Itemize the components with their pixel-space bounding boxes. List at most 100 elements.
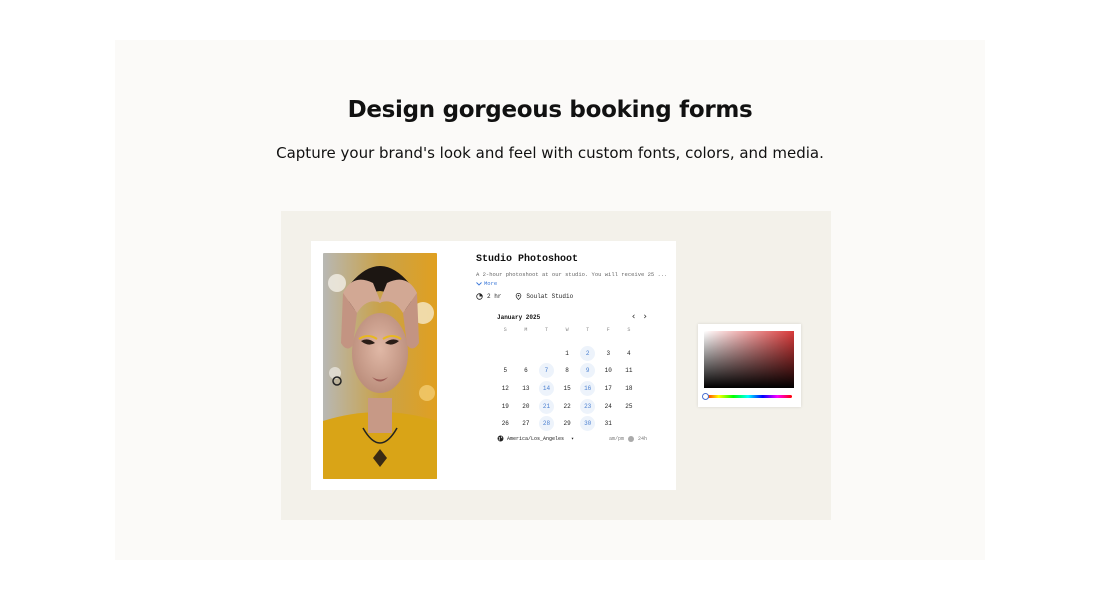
calendar-day: 29 <box>557 415 578 433</box>
calendar-day: 26 <box>495 415 516 433</box>
day-number: 14 <box>538 381 554 397</box>
clock-icon <box>476 293 483 300</box>
duration-text: 2 hr <box>487 293 502 300</box>
calendar-day: 11 <box>619 362 640 380</box>
globe-icon <box>497 435 504 442</box>
available-day[interactable]: 9 <box>577 362 598 380</box>
location-text: Soulat Studio <box>526 293 574 300</box>
calendar-day: 5 <box>495 362 516 380</box>
calendar-day: 31 <box>598 415 619 433</box>
hue-slider-handle[interactable] <box>702 393 709 400</box>
format-24h-label: 24h <box>637 435 647 442</box>
timezone-select[interactable]: America/Los_Angeles ▾ <box>497 435 574 442</box>
timezone-label: America/Los_Angeles <box>507 435 565 442</box>
weekday-label: T <box>586 327 590 333</box>
day-number: 24 <box>604 402 612 410</box>
day-number: 7 <box>538 363 554 379</box>
chevron-down-icon <box>476 281 482 286</box>
day-number: 12 <box>501 385 509 393</box>
calendar-day: 12 <box>495 380 516 398</box>
calendar: January 2025 ‹ › S M T W T F S 1 2 3 4 5 6 7 8 9 10 11 12 1… <box>497 311 647 433</box>
weekday-label: F <box>606 327 610 333</box>
chevron-left-icon[interactable]: ‹ <box>632 312 636 322</box>
available-day[interactable]: 14 <box>536 380 557 398</box>
day-number: 11 <box>625 367 633 375</box>
weekday-label: W <box>565 327 569 333</box>
available-day[interactable]: 28 <box>536 415 557 433</box>
day-number: 17 <box>604 385 612 393</box>
day-number: 3 <box>606 349 611 357</box>
day-number: 18 <box>625 385 633 393</box>
empty-day-cell <box>536 345 557 363</box>
event-description: A 2-hour photoshoot at our studio. You w… <box>476 271 666 278</box>
day-number: 8 <box>565 367 569 375</box>
calendar-day: 1 <box>557 345 578 363</box>
day-number: 5 <box>503 367 508 375</box>
day-number: 6 <box>524 367 528 375</box>
calendar-day: 22 <box>557 397 578 415</box>
caret-down-icon: ▾ <box>571 435 575 442</box>
day-number: 25 <box>625 402 633 410</box>
calendar-day: 6 <box>516 362 537 380</box>
day-number: 1 <box>565 349 569 357</box>
available-day[interactable]: 30 <box>577 415 598 433</box>
format-toggle-switch[interactable] <box>627 435 634 442</box>
day-number: 15 <box>563 385 571 393</box>
available-day[interactable]: 2 <box>577 345 598 363</box>
calendar-day: 27 <box>516 415 537 433</box>
day-number: 21 <box>538 398 554 414</box>
time-format-toggle: am/pm 24h <box>608 435 647 442</box>
calendar-day: 10 <box>598 362 619 380</box>
calendar-day: 13 <box>516 380 537 398</box>
format-ampm-label: am/pm <box>608 435 624 442</box>
calendar-day: 8 <box>557 362 578 380</box>
event-meta: 2 hr Soulat Studio <box>476 293 666 300</box>
day-number: 31 <box>604 420 612 428</box>
empty-day-cell <box>619 415 640 433</box>
event-info: Studio Photoshoot A 2-hour photoshoot at… <box>476 254 666 300</box>
day-number: 19 <box>501 402 509 410</box>
weekday-label: S <box>627 327 631 333</box>
day-number: 27 <box>522 420 530 428</box>
map-pin-icon <box>516 293 522 300</box>
day-number: 20 <box>522 402 530 410</box>
calendar-day: 19 <box>495 397 516 415</box>
chevron-right-icon[interactable]: › <box>643 312 647 322</box>
day-number: 13 <box>522 385 530 393</box>
day-number: 28 <box>538 416 554 432</box>
empty-day-cell <box>516 345 537 363</box>
calendar-day: 20 <box>516 397 537 415</box>
available-day[interactable]: 7 <box>536 362 557 380</box>
available-day[interactable]: 16 <box>577 380 598 398</box>
calendar-day: 24 <box>598 397 619 415</box>
calendar-grid: S M T W T F S 1 2 3 4 5 6 7 8 9 10 11 12 13 14 15 16 17 18 19 20 21… <box>495 327 647 433</box>
more-label: More <box>484 280 498 287</box>
month-label: January 2025 <box>497 313 541 321</box>
day-number: 30 <box>580 416 596 432</box>
available-day[interactable]: 21 <box>536 397 557 415</box>
more-link[interactable]: More <box>476 280 666 287</box>
calendar-footer: America/Los_Angeles ▾ am/pm 24h <box>497 435 647 442</box>
portrait-image <box>323 253 437 479</box>
calendar-day: 15 <box>557 380 578 398</box>
calendar-day: 25 <box>619 397 640 415</box>
day-number: 9 <box>580 363 596 379</box>
weekday-label: S <box>503 327 507 333</box>
day-number: 4 <box>627 349 631 357</box>
day-number: 26 <box>501 420 509 428</box>
booking-card: Studio Photoshoot A 2-hour photoshoot at… <box>311 241 676 490</box>
saturation-area[interactable] <box>704 331 794 388</box>
empty-day-cell <box>495 345 516 363</box>
weekday-label: M <box>524 327 528 333</box>
available-day[interactable]: 23 <box>577 397 598 415</box>
event-photo <box>323 253 437 479</box>
calendar-header: January 2025 ‹ › <box>497 311 647 323</box>
day-number: 2 <box>580 345 596 361</box>
day-number: 29 <box>563 420 571 428</box>
day-number: 23 <box>580 398 596 414</box>
page-title: Design gorgeous booking forms <box>347 97 753 123</box>
color-picker <box>698 324 801 407</box>
event-title: Studio Photoshoot <box>476 254 579 265</box>
day-number: 16 <box>580 381 596 397</box>
hue-slider[interactable] <box>704 395 792 398</box>
